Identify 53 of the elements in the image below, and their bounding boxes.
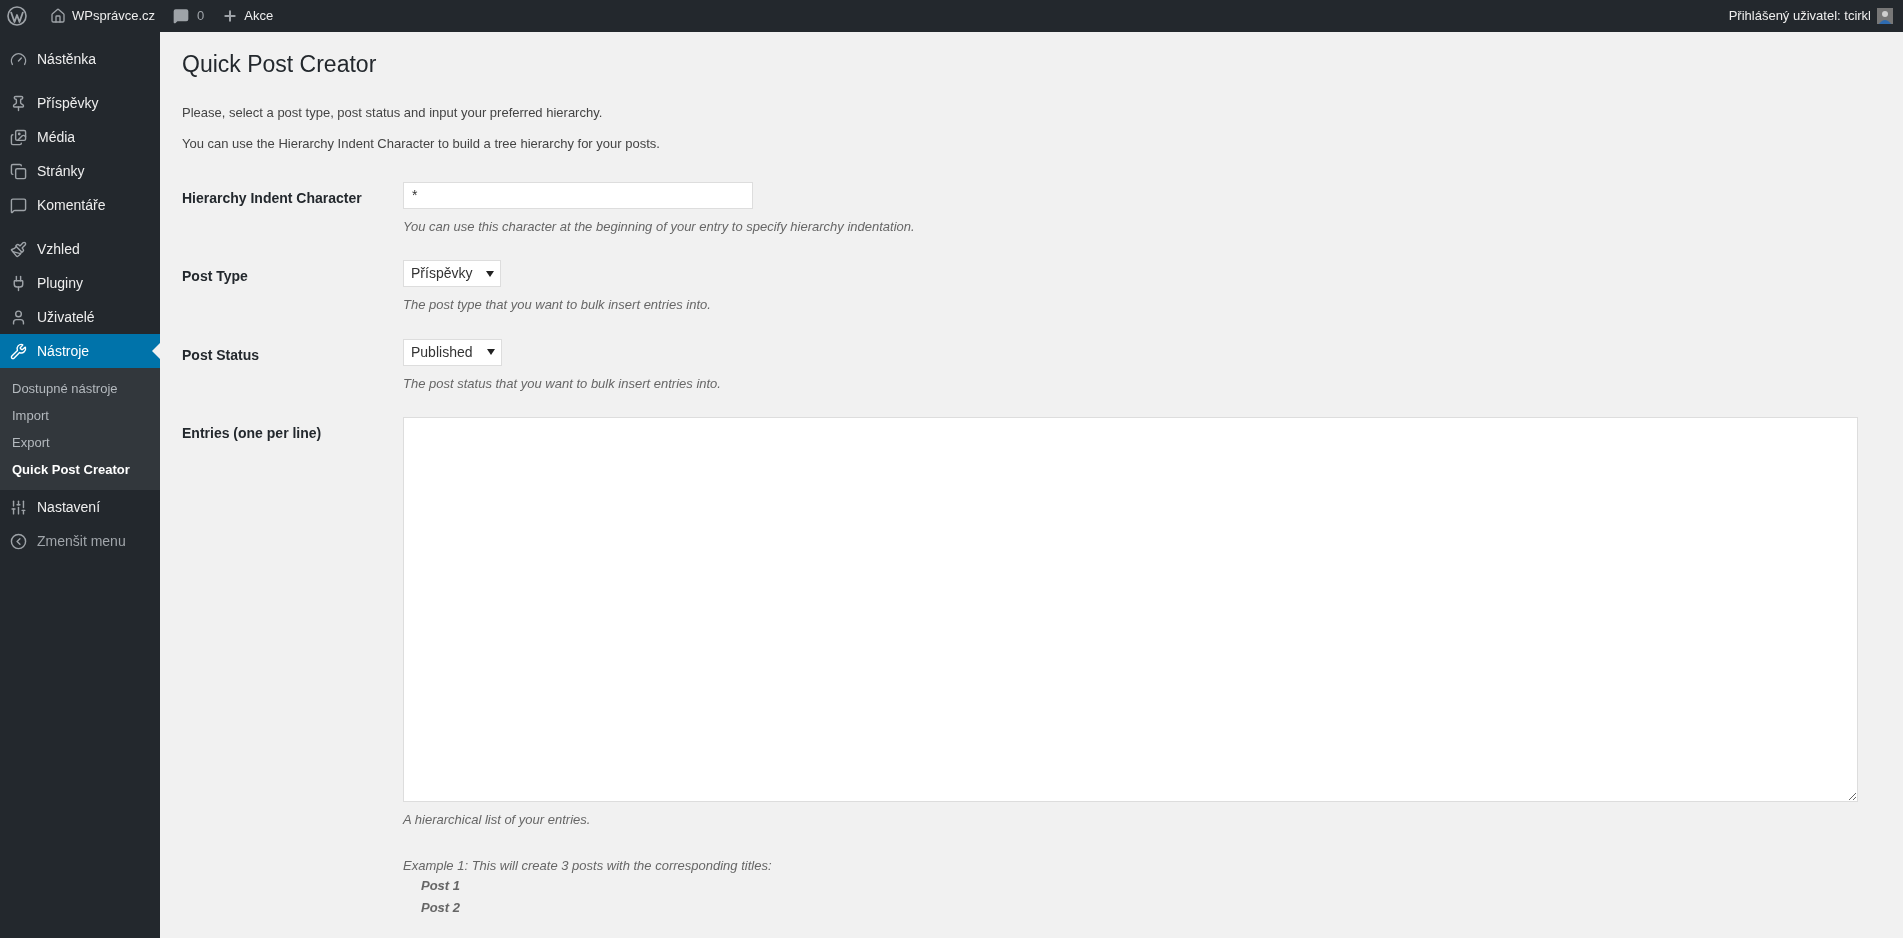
dropdown[interactable]: Published [403,338,502,366]
wordpress-logo-icon[interactable] [7,6,27,26]
intro-text: You can use the Hierarchy Indent Character to build a tree hierarchy for your posts. [182,135,661,153]
sliders-icon [10,498,27,516]
sidebar-item[interactable]: Uživatelé [0,300,160,334]
field-label: Hierarchy Indent Character [182,189,362,206]
field-hint: A hierarchical list of your entries. [403,811,591,829]
field-label: Post Status [182,346,259,363]
wrench-icon [10,342,27,360]
field-hint: You can use this character at the beginning of your entry to specify hierarchy indentation. [403,217,915,236]
sidebar-item[interactable]: Nastavení [0,490,160,524]
home-icon [50,8,66,24]
current-pointer-icon [152,343,160,359]
paintbrush-icon [10,240,27,258]
pages-icon [10,162,27,180]
submenu-item[interactable]: Export [0,429,160,456]
sidebar-item[interactable]: Média [0,120,160,154]
sidebar-item[interactable]: Nástroje [0,334,160,368]
avatar [1877,8,1893,24]
example-line: Post 2 [421,899,460,917]
sidebar-item[interactable]: Vzhled [0,232,160,266]
dropdown[interactable]: Příspěvky [403,260,502,287]
example-text: Example 1: This will create 3 posts with the corresponding titles: [403,856,773,875]
collapse-menu-button[interactable]: Zmenšit menu [0,524,160,558]
comment-icon [173,8,190,24]
example-line: Post 1 [421,877,460,895]
sidebar-item[interactable]: Příspěvky [0,86,160,120]
field-label: Entries (one per line) [182,425,322,441]
collapse-icon [10,532,27,550]
page-title: Quick Post Creator [182,50,378,79]
images-icon [10,128,27,146]
dropdown-caret-icon [486,270,495,277]
submenu-item[interactable]: Dostupné nástroje [0,375,160,402]
account-link[interactable]: Přihlášený uživatel: tcirkl [1728,6,1871,26]
pin-icon [10,94,27,112]
dropdown-caret-icon [486,349,495,355]
field-hint: The post status that you want to bulk insert entries into. [403,374,721,393]
user-icon [10,308,27,326]
comment-icon [10,196,27,214]
sidebar-item[interactable]: Nástěnka [0,42,160,76]
comments-link[interactable]: 0 [173,6,205,26]
sidebar-item[interactable]: Stránky [0,154,160,188]
submenu-item[interactable]: Quick Post Creator [0,456,160,483]
field-label: Post Type [182,268,248,284]
field-hint: The post type that you want to bulk insert entries into. [403,296,711,314]
submenu-item[interactable]: Import [0,402,160,429]
sidebar-item[interactable]: Komentáře [0,188,160,222]
new-link[interactable]: Akce [222,6,274,26]
gauge-icon [10,50,27,68]
input-field[interactable]: * [403,181,753,209]
site-link[interactable]: WPsprávce.cz [50,6,156,26]
sidebar-item[interactable]: Pluginy [0,266,160,300]
intro-text: Please, select a post type, post status and input your preferred hierarchy. [182,103,604,122]
